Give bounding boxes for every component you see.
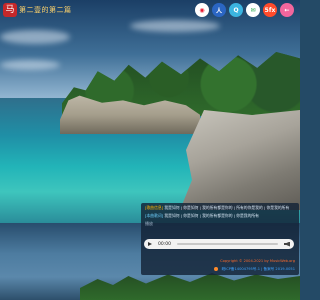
player-time: 00:00 xyxy=(158,241,171,247)
qq-icon[interactable]: Q xyxy=(229,3,243,17)
weibo-icon[interactable]: ◉ xyxy=(195,3,209,17)
play-label: 播放 xyxy=(145,221,153,226)
lyric-tag: [本曲歌词] xyxy=(145,213,164,218)
play-icon[interactable] xyxy=(148,242,152,246)
site-logo[interactable]: 马 xyxy=(3,3,17,17)
badge-icon xyxy=(214,267,219,271)
lyric-text: 我是如何 | 你是如何 | 我的所有都是你的 | 你是我的所有 xyxy=(164,213,259,218)
user-icon[interactable]: 人 xyxy=(212,3,226,17)
lyric-text: 我是如何 | 你是如何 | 我的所有都是你的 | 所有的你是我的 | 你是我的所… xyxy=(164,205,290,210)
footer-line[interactable]: 皖ICP备14004795号-1 | 备案号 2019-0051 xyxy=(212,267,295,272)
cloud xyxy=(0,60,60,70)
social-icons: ◉ 人 Q ✉ 5fx ← xyxy=(195,3,294,17)
rocks xyxy=(180,110,300,210)
audio-player[interactable]: 00:00 xyxy=(144,239,294,249)
app-icon[interactable]: 5fx xyxy=(263,3,277,17)
lyric-line: [本曲歌词] 我是如何 | 你是如何 | 我的所有都是你的 | 你是我的所有 xyxy=(145,213,295,219)
progress-track[interactable] xyxy=(176,243,278,245)
lyric-line: [歌曲信息] 我是如何 | 你是如何 | 我的所有都是你的 | 所有的你是我的 … xyxy=(145,205,295,211)
music-panel: [歌曲信息] 我是如何 | 你是如何 | 我的所有都是你的 | 所有的你是我的 … xyxy=(141,203,299,275)
footer-text[interactable]: 皖ICP备14004795号-1 | 备案号 2019-0051 xyxy=(222,267,295,271)
volume-icon[interactable] xyxy=(284,241,290,247)
lyric-tag: [歌曲信息] xyxy=(145,205,164,210)
back-icon[interactable]: ← xyxy=(280,3,294,17)
wechat-icon[interactable]: ✉ xyxy=(246,3,260,17)
site-title[interactable]: 第二壹的第二篇 xyxy=(19,5,72,15)
header: 马 第二壹的第二篇 ◉ 人 Q ✉ 5fx ← xyxy=(0,0,300,24)
copyright: Copyright © 2004-2021 by MusicWeb.org xyxy=(220,259,295,263)
cloud xyxy=(0,30,70,44)
